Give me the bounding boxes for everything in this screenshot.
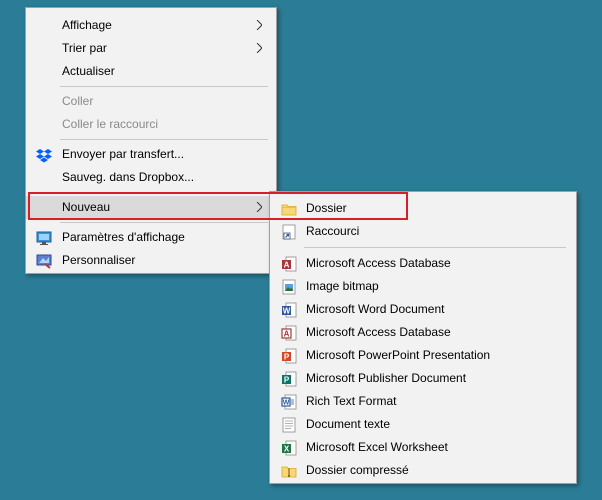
- submenu-item-excel[interactable]: X Microsoft Excel Worksheet: [270, 436, 576, 459]
- menu-separator: [60, 222, 268, 223]
- word-icon: W: [281, 302, 297, 318]
- personalize-icon: [36, 253, 52, 269]
- display-settings-icon: [36, 230, 52, 246]
- chevron-right-icon: [254, 37, 264, 60]
- submenu-item-rich-text[interactable]: W Rich Text Format: [270, 390, 576, 413]
- dropbox-icon: [36, 147, 52, 163]
- menu-item-label: Envoyer par transfert...: [62, 147, 185, 161]
- menu-item-label: Actualiser: [62, 64, 115, 78]
- menu-item-label: Dossier compressé: [306, 463, 409, 477]
- menu-item-label: Nouveau: [62, 200, 111, 214]
- excel-icon: X: [281, 440, 297, 456]
- menu-item-label: Microsoft Excel Worksheet: [306, 440, 448, 454]
- menu-item-label: Microsoft Publisher Document: [306, 371, 467, 385]
- menu-item-label: Microsoft PowerPoint Presentation: [306, 348, 491, 362]
- menu-item-label: Coller le raccourci: [62, 117, 159, 131]
- menu-item-label: Sauveg. dans Dropbox...: [62, 170, 195, 184]
- submenu-item-image-bitmap[interactable]: Image bitmap: [270, 275, 576, 298]
- submenu-item-raccourci[interactable]: Raccourci: [270, 220, 576, 243]
- menu-item-label: Coller: [62, 94, 94, 108]
- menu-item-label: Affichage: [62, 18, 112, 32]
- zip-folder-icon: [281, 463, 297, 479]
- submenu-item-publisher[interactable]: P Microsoft Publisher Document: [270, 367, 576, 390]
- svg-text:P: P: [284, 376, 290, 385]
- svg-text:X: X: [284, 445, 290, 454]
- submenu-item-dossier-compresse[interactable]: Dossier compressé: [270, 459, 576, 482]
- menu-item-label: Dossier: [306, 201, 347, 215]
- rtf-icon: W: [281, 394, 297, 410]
- svg-text:A: A: [284, 261, 290, 270]
- menu-item-label: Trier par: [62, 41, 107, 55]
- menu-item-coller-raccourci: Coller le raccourci: [26, 113, 276, 136]
- submenu-item-access-database-2[interactable]: A Microsoft Access Database: [270, 321, 576, 344]
- menu-separator: [60, 86, 268, 87]
- svg-text:A: A: [284, 330, 290, 339]
- menu-item-parametres-affichage[interactable]: Paramètres d'affichage: [26, 226, 276, 249]
- menu-item-envoyer-transfert[interactable]: Envoyer par transfert...: [26, 143, 276, 166]
- folder-icon: [281, 201, 297, 217]
- menu-item-label: Personnaliser: [62, 253, 136, 267]
- menu-item-sauveg-dropbox[interactable]: Sauveg. dans Dropbox...: [26, 166, 276, 189]
- chevron-right-icon: [254, 14, 264, 37]
- menu-item-label: Microsoft Word Document: [306, 302, 445, 316]
- menu-item-label: Image bitmap: [306, 279, 379, 293]
- menu-item-label: Rich Text Format: [306, 394, 397, 408]
- powerpoint-icon: P: [281, 348, 297, 364]
- nouveau-submenu: Dossier Raccourci A Microsoft Access Dat…: [269, 191, 577, 484]
- submenu-item-powerpoint[interactable]: P Microsoft PowerPoint Presentation: [270, 344, 576, 367]
- submenu-item-access-database[interactable]: A Microsoft Access Database: [270, 252, 576, 275]
- shortcut-icon: [281, 224, 297, 240]
- menu-item-label: Paramètres d'affichage: [62, 230, 185, 244]
- menu-item-label: Raccourci: [306, 224, 360, 238]
- publisher-icon: P: [281, 371, 297, 387]
- svg-text:W: W: [283, 307, 291, 316]
- menu-item-affichage[interactable]: Affichage: [26, 14, 276, 37]
- svg-text:W: W: [283, 400, 290, 407]
- submenu-item-dossier[interactable]: Dossier: [270, 197, 576, 220]
- svg-text:P: P: [284, 353, 290, 362]
- access-icon: A: [281, 325, 297, 341]
- menu-separator: [60, 192, 268, 193]
- access-icon: A: [281, 256, 297, 272]
- menu-separator: [60, 139, 268, 140]
- chevron-right-icon: [254, 196, 264, 219]
- menu-item-nouveau[interactable]: Nouveau: [26, 196, 276, 219]
- menu-item-trier-par[interactable]: Trier par: [26, 37, 276, 60]
- submenu-item-document-texte[interactable]: Document texte: [270, 413, 576, 436]
- bitmap-icon: [281, 279, 297, 295]
- menu-item-label: Microsoft Access Database: [306, 325, 451, 339]
- menu-item-personnaliser[interactable]: Personnaliser: [26, 249, 276, 272]
- menu-separator: [304, 247, 566, 248]
- text-document-icon: [281, 417, 297, 433]
- menu-item-label: Microsoft Access Database: [306, 256, 451, 270]
- menu-item-label: Document texte: [306, 417, 391, 431]
- menu-item-coller: Coller: [26, 90, 276, 113]
- desktop-context-menu: Affichage Trier par Actualiser Coller Co…: [25, 7, 277, 274]
- submenu-item-word-document[interactable]: W Microsoft Word Document: [270, 298, 576, 321]
- menu-item-actualiser[interactable]: Actualiser: [26, 60, 276, 83]
